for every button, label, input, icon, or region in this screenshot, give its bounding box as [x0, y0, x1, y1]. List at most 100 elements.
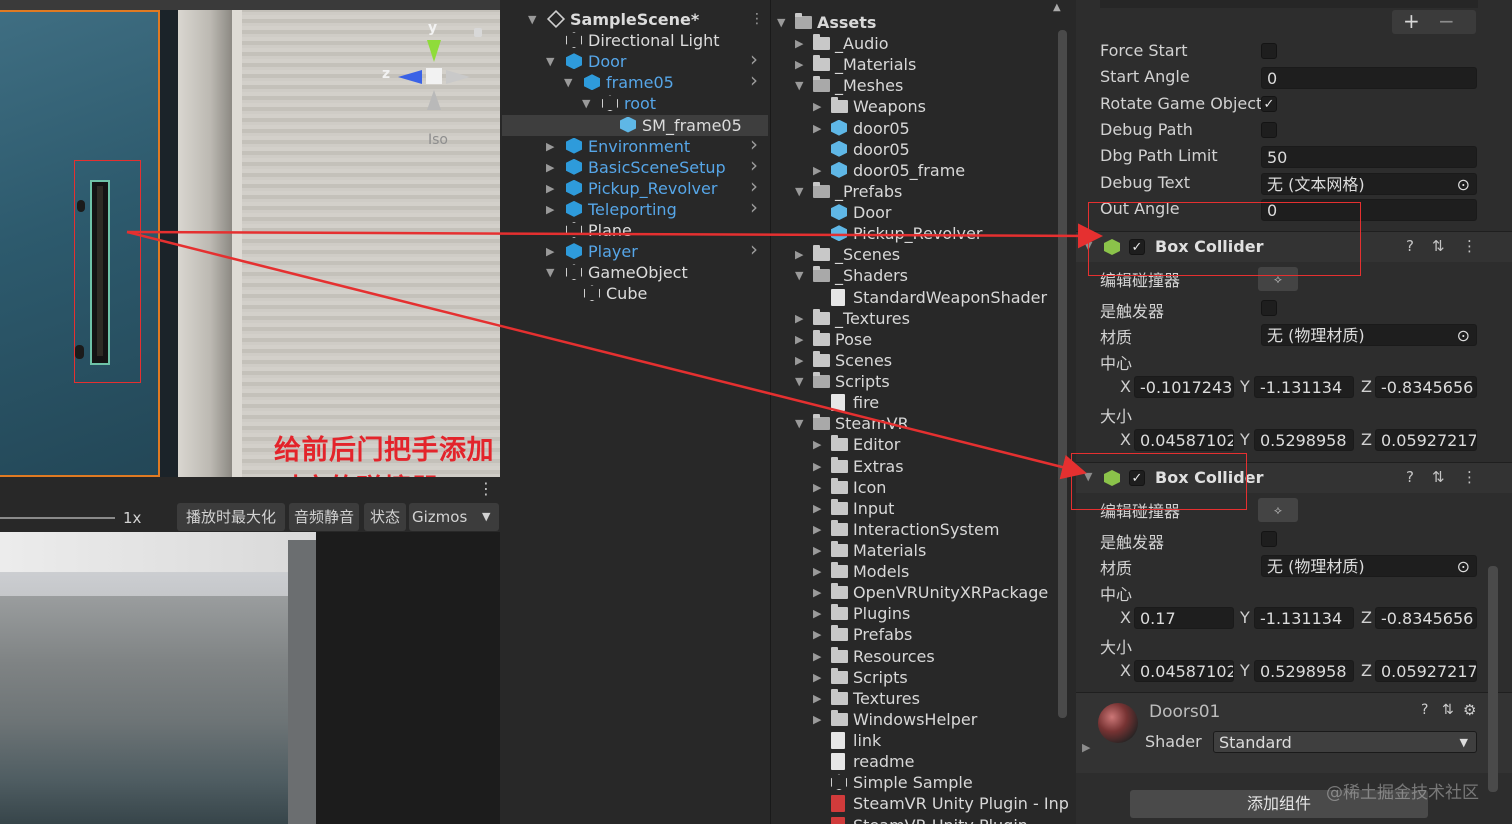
- collapse-arrow-icon[interactable]: ▶: [546, 241, 554, 262]
- center-z-field[interactable]: -0.8345656: [1375, 607, 1477, 629]
- hierarchy-item[interactable]: ▶ Environment ›: [502, 133, 768, 157]
- project-item[interactable]: ▶ Icon: [771, 477, 1053, 498]
- size-x-field[interactable]: 0.04587102: [1134, 660, 1234, 682]
- collapse-arrow-icon[interactable]: ▶: [813, 646, 821, 667]
- hierarchy-item[interactable]: ▼ frame05 ›: [502, 70, 768, 93]
- more-options-icon[interactable]: ⋮: [750, 9, 764, 30]
- project-item[interactable]: Door: [771, 202, 1053, 223]
- is-trigger-checkbox[interactable]: [1261, 300, 1277, 316]
- help-icon[interactable]: ?: [1406, 468, 1414, 486]
- project-item[interactable]: ▶ Plugins: [771, 603, 1053, 624]
- collapse-arrow-icon[interactable]: ▶: [813, 624, 821, 645]
- hierarchy-item[interactable]: SM_frame05: [502, 114, 768, 136]
- hierarchy-item[interactable]: ▶ Player ›: [502, 239, 768, 262]
- chevron-right-icon[interactable]: ›: [750, 239, 758, 260]
- mute-audio-button[interactable]: 音频静音: [289, 503, 359, 531]
- project-item[interactable]: ▶ _Audio: [771, 33, 1053, 54]
- project-item[interactable]: SteamVR Unity Plugin: [771, 815, 1053, 824]
- hierarchy-item[interactable]: ▶ Pickup_Revolver ›: [502, 175, 768, 199]
- project-item[interactable]: ▶ Extras: [771, 456, 1053, 477]
- stats-button[interactable]: 状态: [364, 503, 406, 531]
- expand-arrow-icon[interactable]: ▼: [795, 265, 803, 286]
- expand-arrow-icon[interactable]: ▼: [528, 9, 536, 30]
- hierarchy-item[interactable]: ▼ GameObject: [502, 262, 768, 283]
- chevron-right-icon[interactable]: ›: [750, 175, 758, 197]
- project-item[interactable]: ▼ _Shaders: [771, 265, 1053, 286]
- maximize-on-play-button[interactable]: 播放时最大化: [177, 503, 285, 531]
- center-z-field[interactable]: -0.8345656: [1375, 376, 1477, 398]
- collapse-arrow-icon[interactable]: ▶: [813, 709, 821, 730]
- project-item[interactable]: ▶ _Materials: [771, 54, 1053, 75]
- chevron-right-icon[interactable]: ›: [750, 196, 758, 218]
- collapse-arrow-icon[interactable]: ▶: [546, 199, 554, 220]
- expand-arrow-icon[interactable]: ▼: [795, 371, 803, 392]
- expand-arrow-icon[interactable]: ▼: [582, 93, 590, 114]
- property-checkbox[interactable]: [1261, 122, 1277, 138]
- preset-icon[interactable]: ⇅: [1432, 237, 1445, 255]
- lock-icon[interactable]: [474, 28, 482, 37]
- project-item[interactable]: StandardWeaponShader: [771, 287, 1053, 308]
- project-item[interactable]: ▶ Scenes: [771, 350, 1053, 371]
- project-item[interactable]: ▶ Resources: [771, 646, 1053, 667]
- project-item[interactable]: ▼ _Meshes: [771, 75, 1053, 96]
- center-x-field[interactable]: 0.17: [1134, 607, 1234, 629]
- gizmo-center-cube[interactable]: [426, 68, 442, 84]
- size-z-field[interactable]: 0.05927217: [1375, 660, 1477, 682]
- more-options-icon[interactable]: ⋮: [478, 479, 494, 498]
- project-item[interactable]: ▶ Editor: [771, 434, 1053, 455]
- project-item[interactable]: ▼ Assets: [771, 12, 1053, 33]
- collapse-arrow-icon[interactable]: ▶: [795, 244, 803, 265]
- inspector-scrollbar[interactable]: [1488, 566, 1498, 792]
- shader-dropdown[interactable]: Standard ▼: [1213, 731, 1477, 753]
- gizmos-dropdown[interactable]: Gizmos ▼: [409, 503, 499, 531]
- scene-view[interactable]: y z Iso 给前后门把手添加对应的碰撞器: [0, 0, 500, 477]
- hierarchy-item[interactable]: ▶ Teleporting ›: [502, 196, 768, 220]
- gizmo-y-neg-axis[interactable]: [427, 90, 441, 110]
- property-checkbox[interactable]: ✓: [1261, 96, 1277, 112]
- expand-arrow-icon[interactable]: ▼: [795, 413, 803, 434]
- project-item[interactable]: ▶ _Scenes: [771, 244, 1053, 265]
- project-item[interactable]: ▶ Input: [771, 498, 1053, 519]
- size-x-field[interactable]: 0.04587102: [1134, 429, 1234, 451]
- object-picker-icon[interactable]: ⊙: [1457, 325, 1470, 345]
- collapse-arrow-icon[interactable]: ▶: [795, 54, 803, 75]
- minus-icon[interactable]: −: [1438, 9, 1455, 33]
- gizmo-z-axis[interactable]: [398, 70, 422, 84]
- collapse-arrow-icon[interactable]: ▶: [795, 350, 803, 371]
- object-field[interactable]: 无 (文本网格) ⊙: [1261, 173, 1477, 195]
- collapse-arrow-icon[interactable]: ▶: [813, 667, 821, 688]
- size-y-field[interactable]: 0.5298958: [1254, 429, 1354, 451]
- projection-label[interactable]: Iso: [428, 132, 448, 148]
- expand-arrow-icon[interactable]: ▼: [564, 72, 572, 93]
- collapse-arrow-icon[interactable]: ▶: [813, 582, 821, 603]
- chevron-right-icon[interactable]: ›: [750, 154, 758, 176]
- edit-collider-button[interactable]: ⟡: [1258, 498, 1298, 522]
- collapse-arrow-icon[interactable]: ▶: [795, 308, 803, 329]
- project-item[interactable]: ▶ WindowsHelper: [771, 709, 1053, 730]
- hierarchy-item[interactable]: Directional Light: [502, 30, 768, 51]
- plus-icon[interactable]: +: [1403, 9, 1420, 33]
- chevron-right-icon[interactable]: ▶: [1082, 741, 1090, 754]
- gizmo-y-axis[interactable]: [427, 40, 441, 62]
- center-x-field[interactable]: -0.1017243: [1134, 376, 1234, 398]
- collapse-arrow-icon[interactable]: ▶: [813, 477, 821, 498]
- project-item[interactable]: SteamVR Unity Plugin - Inp: [771, 793, 1069, 814]
- project-item[interactable]: ▶ OpenVRUnityXRPackage: [771, 582, 1053, 603]
- property-field[interactable]: 50: [1261, 146, 1477, 168]
- help-icon[interactable]: ?: [1406, 237, 1414, 255]
- help-icon[interactable]: ?: [1421, 702, 1428, 718]
- expand-arrow-icon[interactable]: ▼: [777, 12, 785, 33]
- property-checkbox[interactable]: [1261, 43, 1277, 59]
- project-item[interactable]: ▶ InteractionSystem: [771, 519, 1053, 540]
- collapse-arrow-icon[interactable]: ▶: [813, 434, 821, 455]
- project-item[interactable]: ▶ Materials: [771, 540, 1053, 561]
- scroll-up-icon[interactable]: ▲: [1053, 2, 1067, 18]
- project-scrollbar[interactable]: [1058, 30, 1067, 718]
- project-item[interactable]: ▶ door05_frame: [771, 160, 1053, 181]
- project-item[interactable]: readme: [771, 751, 1053, 772]
- hierarchy-item[interactable]: ▼ SampleScene* ⋮: [502, 9, 768, 30]
- collapse-arrow-icon[interactable]: ▶: [813, 498, 821, 519]
- project-item[interactable]: Simple Sample: [771, 772, 1053, 793]
- collapse-arrow-icon[interactable]: ▶: [813, 118, 821, 139]
- project-item[interactable]: ▶ Models: [771, 561, 1053, 582]
